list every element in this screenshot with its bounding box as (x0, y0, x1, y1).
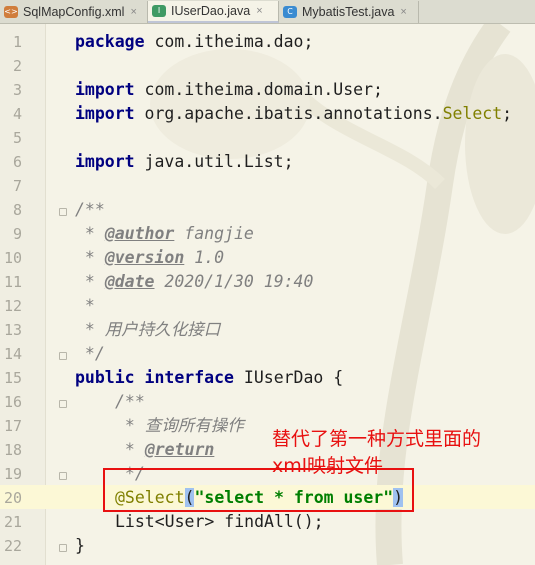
code-line-10: * @version 1.0 (75, 246, 224, 270)
line-number: 15 (3, 369, 22, 387)
close-tab-icon[interactable]: × (256, 5, 262, 17)
code-line-14: */ (75, 344, 105, 363)
tab-mybatistest[interactable]: C MybatisTest.java × (279, 1, 419, 23)
keyword: public interface (75, 368, 234, 387)
comment-text: fangjie (174, 224, 254, 243)
line-number: 19 (3, 465, 22, 483)
tab-label: SqlMapConfig.xml (23, 5, 125, 19)
line-number: 7 (12, 177, 22, 195)
keyword: import (75, 80, 135, 99)
fold-marker-icon[interactable] (57, 540, 67, 554)
comment-text: * (75, 248, 105, 267)
javadoc-tag: @date (104, 272, 155, 291)
comment-text: 2020/1/30 19:40 (154, 272, 314, 291)
fold-marker-icon[interactable] (57, 396, 67, 410)
comment-text: * (75, 272, 105, 291)
class-file-icon: C (283, 6, 297, 18)
line-number: 11 (3, 273, 22, 291)
line-number: 6 (12, 153, 22, 171)
keyword: import (75, 152, 135, 171)
code-text: com.itheima.domain.User; (134, 80, 383, 99)
comment-text: * (75, 224, 105, 243)
fold-marker-icon[interactable] (57, 348, 67, 362)
xml-file-icon: <> (4, 6, 18, 18)
code-text: com.itheima.dao; (144, 32, 314, 51)
code-line-13: * 用户持久化接口 (75, 320, 221, 339)
line-number: 3 (12, 81, 22, 99)
close-tab-icon[interactable]: × (130, 6, 136, 18)
annotation-line-1: 替代了第一种方式里面的 (272, 428, 482, 450)
tab-sqlmapconfig[interactable]: <> SqlMapConfig.xml × (0, 1, 148, 23)
code-line-21: List<User> findAll(); (115, 512, 324, 531)
fold-marker-icon[interactable] (57, 204, 67, 218)
line-number: 5 (12, 129, 22, 147)
keyword: import (75, 104, 135, 123)
line-number: 9 (12, 225, 22, 243)
code-line-11: * @date 2020/1/30 19:40 (75, 270, 314, 294)
keyword: package (75, 32, 145, 51)
line-number: 10 (3, 249, 22, 267)
line-number: 22 (3, 537, 22, 555)
tab-iuserdao[interactable]: I IUserDao.java × (148, 1, 279, 23)
comment-text: * (115, 440, 145, 459)
line-number: 16 (3, 393, 22, 411)
interface-file-icon: I (152, 5, 166, 17)
annotation-note: 替代了第一种方式里面的 xml映射文件 (272, 426, 481, 480)
code-line-12: * (75, 296, 95, 315)
line-number: 14 (3, 345, 22, 363)
code-line-15: public interface IUserDao { (75, 366, 343, 390)
line-number: 13 (3, 321, 22, 339)
line-number: 8 (12, 201, 22, 219)
code-line-9: * @author fangjie (75, 222, 254, 246)
code-text: ; (502, 104, 513, 123)
line-number: 21 (3, 513, 22, 531)
line-number: 17 (3, 417, 22, 435)
tab-label: IUserDao.java (171, 4, 251, 18)
code-line-17: * 查询所有操作 (115, 416, 244, 435)
code-line-16: /** (115, 392, 145, 411)
code-text: org.apache.ibatis.annotations. (134, 104, 443, 123)
line-number: 1 (12, 33, 22, 51)
fold-marker-icon[interactable] (57, 468, 67, 482)
code-line-8: /** (75, 200, 105, 219)
code-text: java.util.List; (134, 152, 294, 171)
line-number: 2 (12, 57, 22, 75)
line-number: 18 (3, 441, 22, 459)
code-line-18: * @return (115, 438, 214, 462)
code-text: IUserDao { (233, 368, 344, 387)
line-number: 4 (12, 105, 22, 123)
javadoc-tag: @return (144, 440, 215, 459)
code-line-22: } (75, 536, 85, 555)
editor-tab-bar: <> SqlMapConfig.xml × I IUserDao.java × … (0, 0, 535, 24)
code-line-3: import com.itheima.domain.User; (75, 78, 383, 102)
line-number: 20 (3, 489, 22, 507)
code-line-6: import java.util.List; (75, 150, 294, 174)
code-line-1: package com.itheima.dao; (75, 30, 313, 54)
close-tab-icon[interactable]: × (400, 6, 406, 18)
annotation-name: Select (442, 104, 503, 123)
tab-label: MybatisTest.java (302, 5, 395, 19)
annotation-line-2: xml映射文件 (272, 455, 384, 477)
comment-text: 1.0 (184, 248, 225, 267)
line-number: 12 (3, 297, 22, 315)
javadoc-tag: @author (104, 224, 175, 243)
code-line-4: import org.apache.ibatis.annotations.Sel… (75, 102, 512, 126)
javadoc-tag: @version (104, 248, 185, 267)
